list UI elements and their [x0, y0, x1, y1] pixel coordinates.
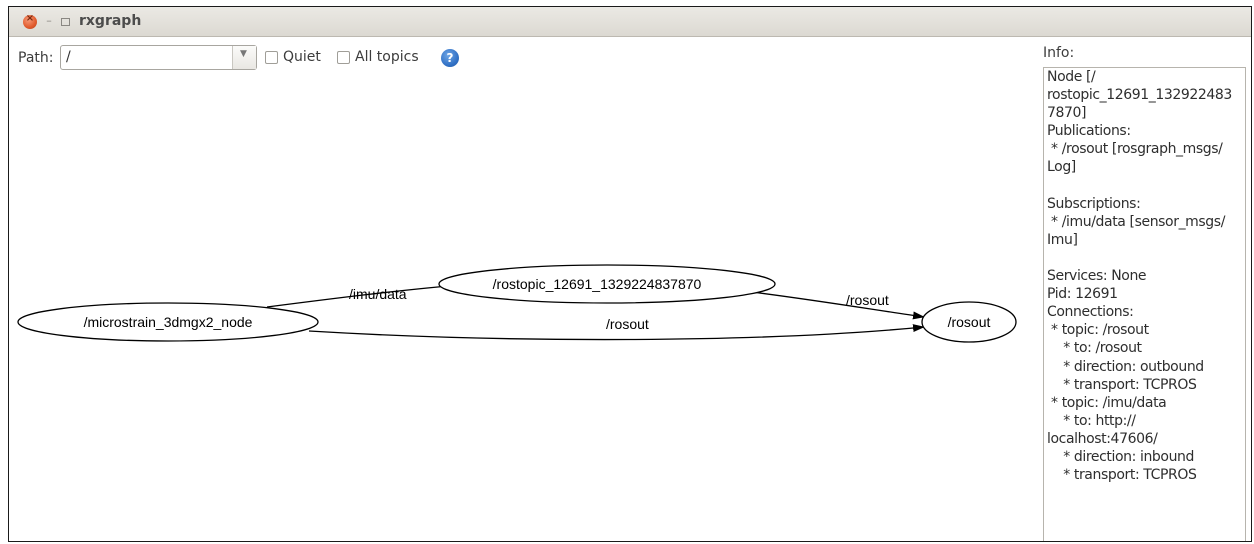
close-window-button[interactable]: ×: [23, 13, 37, 29]
edge-rostopic-rosout[interactable]: [743, 290, 925, 320]
info-line: Publications:: [1047, 123, 1131, 140]
edge-label: /rosout: [606, 316, 649, 332]
info-line: * /rosout [rosgraph_msgs/: [1047, 141, 1223, 158]
info-line: * /imu/data [sensor_msgs/: [1047, 213, 1226, 230]
minimize-window-button[interactable]: –: [43, 14, 55, 27]
title-bar[interactable]: × – rxgraph: [9, 7, 1251, 37]
info-line: * direction: inbound: [1047, 448, 1195, 465]
all-topics-checkbox[interactable]: [337, 51, 350, 64]
info-line: * transport: TCPROS: [1047, 376, 1197, 393]
info-line: Connections:: [1047, 304, 1134, 321]
chevron-down-icon: ▼: [240, 49, 247, 59]
info-label: Info:: [1043, 45, 1075, 61]
info-line: * to: /rosout: [1047, 340, 1142, 357]
info-line: localhost:47606/: [1047, 430, 1158, 447]
edge-label: /rosout: [846, 292, 889, 308]
path-label: Path:: [18, 50, 54, 66]
graph-node-rostopic[interactable]: /rostopic_12691_1329224837870: [438, 264, 776, 304]
info-line: Log]: [1047, 159, 1076, 176]
info-line: rostopic_12691_132922483: [1047, 87, 1232, 104]
info-line: Imu]: [1047, 231, 1078, 248]
info-line: [1047, 177, 1245, 195]
path-dropdown-button[interactable]: ▼: [232, 46, 256, 69]
toolbar: Path: / ▼ Quiet All topics ?: [9, 37, 1039, 77]
rxgraph-window: × – rxgraph Path: / ▼ Quiet All topics ?: [8, 6, 1252, 542]
graph-node-rosout[interactable]: /rosout: [921, 301, 1017, 343]
info-line: Pid: 12691: [1047, 286, 1118, 303]
node-label: /microstrain_3dmgx2_node: [84, 314, 253, 330]
maximize-window-button[interactable]: [61, 18, 70, 26]
all-topics-label[interactable]: All topics: [355, 49, 419, 65]
info-line: Node [/: [1047, 69, 1096, 85]
path-value[interactable]: /: [66, 49, 71, 65]
info-line: 7870]: [1047, 105, 1087, 122]
node-label: /rosout: [948, 314, 991, 330]
info-line: Services: None: [1047, 268, 1147, 285]
graph-canvas[interactable]: /imu/data /rosout /rosout /microstrain_3…: [9, 77, 1039, 541]
quiet-label[interactable]: Quiet: [283, 49, 321, 65]
edge-label: /imu/data: [349, 286, 407, 302]
info-line: * direction: outbound: [1047, 358, 1204, 375]
graph-svg: /imu/data /rosout /rosout /microstrain_3…: [17, 264, 1017, 343]
info-line: * transport: TCPROS: [1047, 467, 1197, 484]
path-combo[interactable]: / ▼: [60, 45, 257, 70]
quiet-checkbox[interactable]: [265, 51, 278, 64]
window-title: rxgraph: [79, 13, 142, 29]
info-line: * topic: /imu/data: [1047, 394, 1167, 411]
info-line: Subscriptions:: [1047, 195, 1141, 212]
info-line: [1047, 249, 1245, 267]
graph-node-microstrain[interactable]: /microstrain_3dmgx2_node: [17, 302, 319, 342]
info-line: * topic: /rosout: [1047, 322, 1149, 339]
close-icon: ×: [25, 13, 35, 24]
info-text-panel[interactable]: Node [/ rostopic_12691_132922483 7870] Publ…: [1043, 67, 1246, 541]
info-line: * to: http://: [1047, 412, 1136, 429]
node-label: /rostopic_12691_1329224837870: [493, 276, 702, 292]
help-icon[interactable]: ?: [441, 49, 459, 67]
